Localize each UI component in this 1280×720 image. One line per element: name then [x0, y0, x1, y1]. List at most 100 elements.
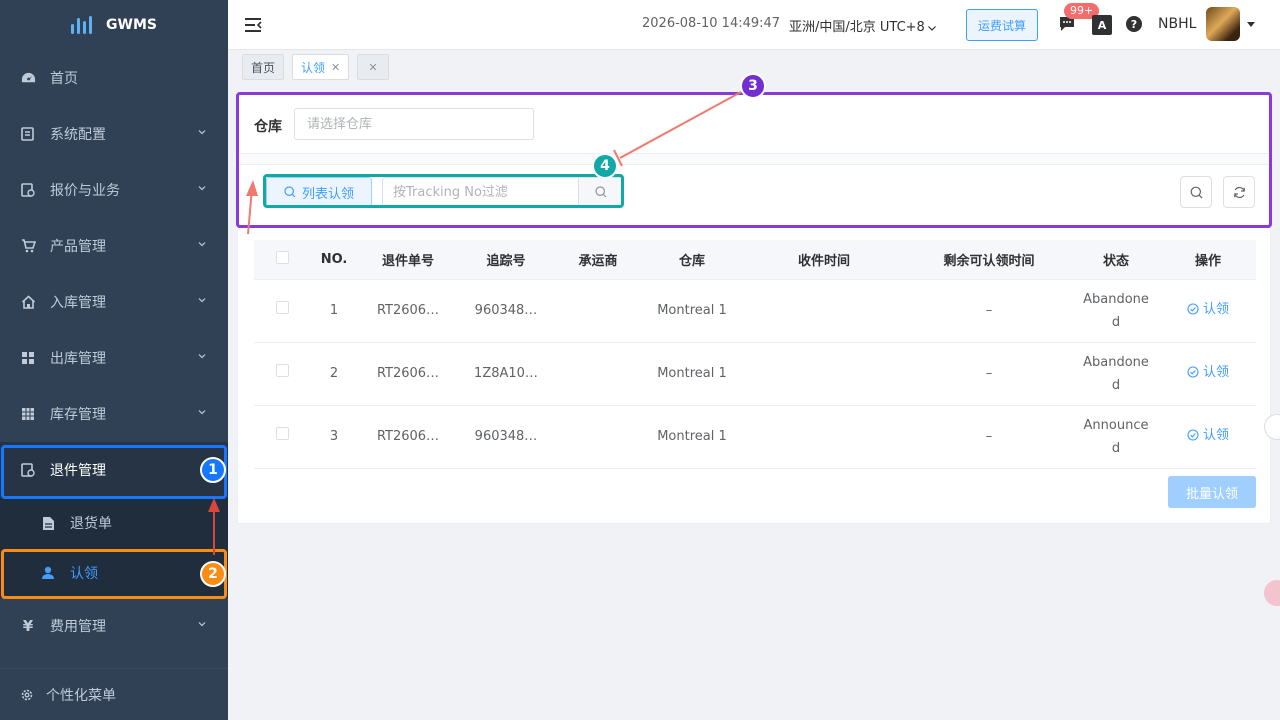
tag-claim[interactable]: 认领 ✕	[292, 54, 350, 80]
cell-return-no: RT2606…	[358, 342, 458, 406]
cell-tracking: 960348…	[458, 405, 554, 469]
warehouse-label: 仓库	[254, 119, 282, 135]
avatar[interactable]	[1206, 7, 1240, 41]
column-header: 仓库	[642, 240, 742, 280]
chevron-down-icon	[198, 298, 206, 303]
column-header: NO.	[310, 240, 358, 280]
batch-claim-button[interactable]: 批量认领	[1168, 476, 1256, 508]
language-icon[interactable]: A	[1092, 15, 1112, 35]
sidebar-subitem-label: 认领	[70, 566, 98, 582]
timezone-selector[interactable]: 亚洲/中国/北京 UTC+8	[789, 16, 937, 35]
caret-down-icon[interactable]	[1246, 21, 1256, 29]
chevron-down-icon	[198, 622, 206, 627]
row-checkbox[interactable]	[275, 301, 289, 314]
config-icon	[20, 126, 36, 142]
table-icon	[20, 406, 36, 422]
cell-return-no: RT2606…	[358, 405, 458, 469]
refresh-icon	[1233, 186, 1245, 198]
sidebar-subitem-claim[interactable]: 认领	[0, 548, 228, 598]
search-toggle-button[interactable]	[1180, 176, 1212, 208]
sidebar-item-label: 报价与业务	[50, 183, 120, 199]
timezone-label: 亚洲/中国/北京 UTC+8	[789, 20, 925, 35]
cell-return-no: RT2606…	[358, 279, 458, 343]
menu-toggle-icon[interactable]	[244, 16, 262, 34]
claim-button[interactable]: 认领	[1187, 361, 1229, 384]
cell-tracking: 960348…	[458, 279, 554, 343]
cell-status: Abandoned	[1083, 354, 1149, 393]
search-icon	[595, 186, 607, 198]
row-checkbox[interactable]	[275, 364, 289, 377]
annotation-number: 1	[200, 457, 226, 483]
cell-no: 3	[310, 405, 358, 469]
sidebar-item-label: 库存管理	[50, 407, 106, 423]
sidebar-subitem-return-orders[interactable]: 退货单	[0, 498, 228, 548]
cell-no: 1	[310, 279, 358, 343]
select-all-checkbox[interactable]	[275, 250, 289, 264]
sidebar-item-outbound[interactable]: 出库管理	[0, 330, 228, 386]
cell-no: 2	[310, 342, 358, 406]
sidebar-item-returns[interactable]: 退件管理	[0, 442, 228, 498]
check-circle-icon	[1187, 366, 1199, 378]
divider	[238, 153, 1270, 165]
sidebar-item-home[interactable]: 首页	[0, 50, 228, 106]
yen-icon: ¥	[22, 617, 34, 635]
cell-received	[742, 342, 906, 406]
chevron-down-icon	[927, 25, 936, 31]
refresh-button[interactable]	[1223, 176, 1255, 208]
cell-warehouse: Montreal 1	[642, 279, 742, 343]
row-checkbox[interactable]	[275, 427, 289, 440]
top-header: 2026-08-10 14:49:47 亚洲/中国/北京 UTC+8 运费试算 …	[228, 0, 1280, 50]
warehouse-select[interactable]	[294, 108, 534, 140]
cell-carrier	[554, 405, 642, 469]
sidebar-item-inventory[interactable]: 库存管理	[0, 386, 228, 442]
tag-label: 认领	[301, 60, 326, 75]
cell-status: Abandoned	[1083, 291, 1149, 330]
chevron-down-icon	[198, 186, 206, 191]
tag-label: 首页	[251, 60, 276, 75]
username: NBHL	[1158, 16, 1197, 32]
claim-label: 认领	[1202, 301, 1229, 317]
custom-menu-button[interactable]: 个性化菜单	[0, 668, 228, 720]
sidebar-item-quote[interactable]: 报价与业务	[0, 162, 228, 218]
claim-button[interactable]: 认领	[1187, 424, 1229, 447]
list-claim-button[interactable]: 列表认领	[266, 177, 372, 207]
column-header: 剩余可认领时间	[906, 240, 1072, 280]
help-icon[interactable]: ?	[1126, 16, 1142, 32]
cell-received	[742, 279, 906, 343]
sidebar: GWMS 首页 系统配置 报价与业务 产品管理 入库管理 出库管理 库存管理 退…	[0, 0, 228, 720]
sidebar-item-config[interactable]: 系统配置	[0, 106, 228, 162]
close-all-tags-button[interactable]: ✕	[357, 54, 389, 80]
close-icon[interactable]: ✕	[331, 61, 340, 74]
gear-icon	[21, 689, 33, 700]
tag-home[interactable]: 首页	[242, 54, 285, 80]
sidebar-item-label: 退件管理	[50, 463, 106, 479]
sidebar-item-label: 入库管理	[50, 295, 106, 311]
search-icon	[284, 186, 296, 198]
sidebar-item-products[interactable]: 产品管理	[0, 218, 228, 274]
table-row: 3 RT2606… 960348… Montreal 1 – Announced…	[254, 405, 1256, 469]
cell-tracking: 1Z8A10…	[458, 342, 554, 406]
home-icon	[20, 294, 36, 310]
annotation-number: 2	[200, 561, 226, 587]
column-header: 操作	[1160, 240, 1256, 280]
table-row: 1 RT2606… 960348… Montreal 1 – Abandoned…	[254, 279, 1256, 343]
chevron-down-icon	[198, 410, 206, 415]
search-icon	[1190, 186, 1203, 199]
tracking-search-button[interactable]	[578, 177, 624, 207]
freight-calc-button[interactable]: 运费试算	[966, 9, 1038, 41]
sidebar-item-fees[interactable]: ¥ 费用管理	[0, 598, 228, 654]
select-all-cell	[254, 240, 310, 280]
filter-panel: 仓库 列表认领	[237, 92, 1271, 228]
check-circle-icon	[1187, 303, 1199, 315]
sidebar-item-inbound[interactable]: 入库管理	[0, 274, 228, 330]
claim-button[interactable]: 认领	[1187, 298, 1229, 321]
logo-icon	[71, 16, 93, 34]
tracking-filter-input[interactable]	[382, 177, 580, 207]
column-header: 状态	[1072, 240, 1160, 280]
floating-widget[interactable]	[1264, 580, 1280, 606]
sidebar-item-label: 出库管理	[50, 351, 106, 367]
claim-label: 认领	[1202, 364, 1229, 380]
table-panel: NO. 退件单号 追踪号 承运商 仓库 收件时间 剩余可认领时间 状态 操作 1…	[237, 228, 1271, 524]
table-header-row: NO. 退件单号 追踪号 承运商 仓库 收件时间 剩余可认领时间 状态 操作	[254, 240, 1256, 280]
close-icon: ✕	[368, 60, 378, 74]
